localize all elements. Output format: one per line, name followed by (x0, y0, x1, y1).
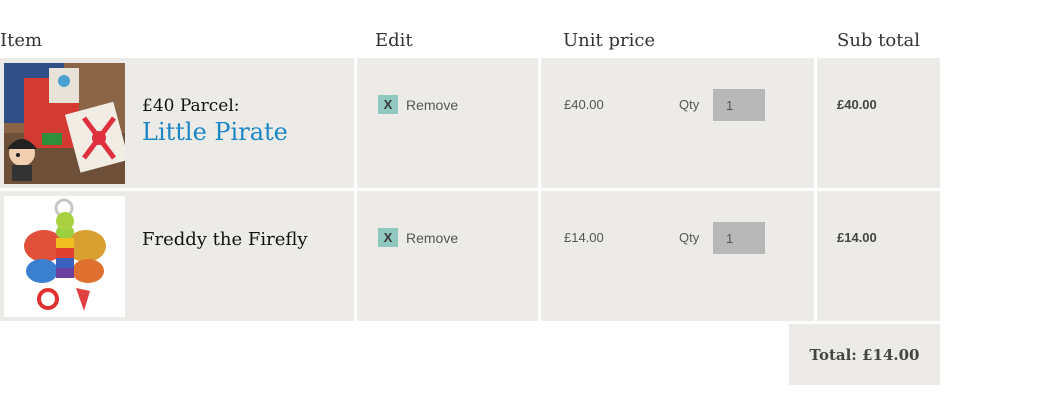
subtotal-value: £14.00 (837, 230, 877, 245)
product-name-freddy-text: Freddy the Firefly (142, 229, 308, 250)
column-header-edit: Edit (375, 30, 413, 51)
product-name-prefix: £40 Parcel: (142, 96, 240, 116)
remove-label[interactable]: Remove (406, 230, 458, 246)
product-link-little-pirate[interactable]: Little Pirate (142, 117, 288, 147)
subtotal-value: £40.00 (837, 97, 877, 112)
column-header-item: Item (0, 30, 43, 51)
row2-edit-cell (357, 191, 538, 321)
remove-x-icon[interactable]: X (378, 95, 398, 114)
order-total: Total: £14.00 (789, 324, 940, 385)
qty-input-freddy[interactable] (713, 222, 765, 254)
remove-x-icon[interactable]: X (378, 228, 398, 247)
freddy-firefly-image[interactable] (4, 196, 125, 317)
row1-edit-cell (357, 58, 538, 188)
row1-subtotal-cell (817, 58, 940, 188)
row2-price-cell (541, 191, 814, 321)
product-name-little-pirate: £40 Parcel: Little Pirate (142, 95, 288, 147)
remove-button-freddy[interactable]: X Remove (378, 228, 458, 247)
row1-price-cell (541, 58, 814, 188)
qty-label: Qty (679, 230, 700, 245)
remove-button-little-pirate[interactable]: X Remove (378, 95, 458, 114)
unit-price: £40.00 (564, 97, 604, 112)
little-pirate-parcel-image[interactable] (4, 63, 125, 184)
row2-subtotal-cell (817, 191, 940, 321)
unit-price: £14.00 (564, 230, 604, 245)
column-header-sub-total: Sub total (837, 30, 920, 51)
column-header-unit-price: Unit price (563, 30, 656, 51)
qty-input-little-pirate[interactable] (713, 89, 765, 121)
remove-label[interactable]: Remove (406, 97, 458, 113)
qty-label: Qty (679, 97, 700, 112)
product-name-freddy: Freddy the Firefly (142, 229, 308, 251)
